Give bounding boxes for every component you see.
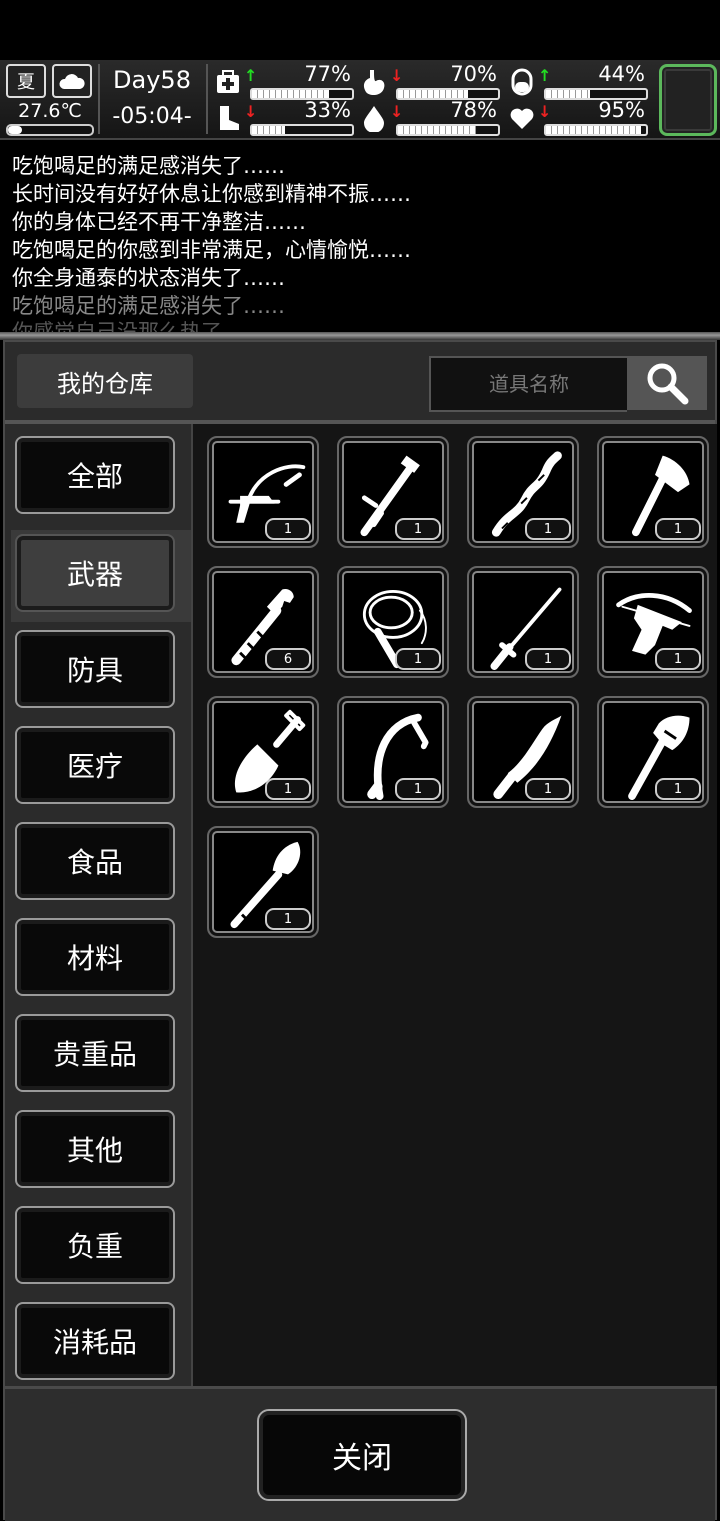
item-slot[interactable]: 1 <box>207 436 319 548</box>
item-count-badge: 1 <box>655 648 701 670</box>
trend-arrow-down-icon: ↓ <box>390 66 404 85</box>
stat-value: 44% <box>598 62 645 86</box>
category-load[interactable]: 负重 <box>15 1206 175 1284</box>
medkit-icon <box>217 70 239 93</box>
search-field[interactable] <box>429 356 627 412</box>
stat-bar <box>396 124 500 136</box>
category-food[interactable]: 食品 <box>15 822 175 900</box>
category-valuables[interactable]: 贵重品 <box>15 1014 175 1092</box>
stat-mood: ↑ 44% <box>508 62 653 102</box>
message-log: 吃饱喝足的满足感消失了…… 长时间没有好好休息让你感到精神不振…… 你的身体已经… <box>0 140 720 332</box>
stat-value: 70% <box>450 62 497 86</box>
trend-arrow-up-icon: ↑ <box>244 66 258 85</box>
item-slot[interactable]: 6 <box>207 566 319 678</box>
stat-hunger: ↓ 70% <box>360 62 505 102</box>
search-icon <box>647 363 689 405</box>
item-count-badge: 1 <box>265 908 311 930</box>
category-other[interactable]: 其他 <box>15 1110 175 1188</box>
item-count-badge: 1 <box>265 778 311 800</box>
storage-panel: 我的仓库 全部 武器 防具 医疗 食品 材料 贵重品 其他 负重 消耗品 1 1 1… <box>3 340 717 1521</box>
temperature-gauge <box>6 124 94 136</box>
log-line: 长时间没有好好休息让你感到精神不振…… <box>12 182 411 206</box>
log-line: 你的身体已经不再干净整洁…… <box>12 210 306 234</box>
log-line: 你全身通泰的状态消失了…… <box>12 266 285 290</box>
category-weapons[interactable]: 武器 <box>15 534 175 612</box>
item-count-badge: 6 <box>265 648 311 670</box>
item-slot[interactable]: 1 <box>597 436 709 548</box>
item-grid: 1111611111111 <box>191 424 717 1386</box>
stat-bar <box>544 124 648 136</box>
stomach-icon <box>363 70 385 96</box>
stat-value: 78% <box>450 98 497 122</box>
log-line: 吃饱喝足的满足感消失了…… <box>12 154 285 178</box>
item-slot[interactable]: 1 <box>207 826 319 938</box>
item-slot[interactable]: 1 <box>207 696 319 808</box>
day-counter: Day58 <box>113 66 191 94</box>
temperature: 27.6℃ <box>18 100 82 122</box>
boot-icon <box>220 106 239 130</box>
item-count-badge: 1 <box>395 778 441 800</box>
season-badge: 夏 <box>6 64 46 98</box>
item-count-badge: 1 <box>395 648 441 670</box>
item-count-badge: 1 <box>265 518 311 540</box>
pill-icon <box>511 68 533 96</box>
stat-health: ↑ 77% <box>214 62 359 102</box>
clock: -05:04- <box>112 104 192 129</box>
stat-value: 33% <box>304 98 351 122</box>
cloud-icon <box>52 64 92 98</box>
category-armor[interactable]: 防具 <box>15 630 175 708</box>
trend-arrow-down-icon: ↓ <box>244 102 258 121</box>
water-drop-icon <box>364 106 384 132</box>
item-slot[interactable]: 1 <box>467 566 579 678</box>
category-all[interactable]: 全部 <box>15 436 175 514</box>
item-slot[interactable]: 1 <box>467 436 579 548</box>
divider <box>98 64 100 134</box>
status-bar: 夏 27.6℃ Day58 -05:04- ↑ 77% ↓ 70% ↑ 44% ↓ 33% ↓ 7… <box>0 60 720 140</box>
item-slot[interactable]: 1 <box>597 566 709 678</box>
stat-thirst: ↓ 78% <box>360 98 505 138</box>
close-button[interactable]: 关闭 <box>257 1409 467 1501</box>
item-count-badge: 1 <box>655 778 701 800</box>
stat-value: 77% <box>304 62 351 86</box>
item-count-badge: 1 <box>395 518 441 540</box>
search-input[interactable] <box>437 371 621 397</box>
season-text: 夏 <box>17 72 35 93</box>
category-consumables[interactable]: 消耗品 <box>15 1302 175 1380</box>
stat-spirit: ↓ 95% <box>508 98 653 138</box>
category-medical[interactable]: 医疗 <box>15 726 175 804</box>
stat-stamina: ↓ 33% <box>214 98 359 138</box>
stat-value: 95% <box>598 98 645 122</box>
search-button[interactable] <box>627 356 707 410</box>
category-materials[interactable]: 材料 <box>15 918 175 996</box>
item-slot[interactable]: 1 <box>337 696 449 808</box>
storage-title-tab[interactable]: 我的仓库 <box>17 354 193 408</box>
item-count-badge: 1 <box>525 778 571 800</box>
heart-icon <box>510 108 534 129</box>
trend-arrow-down-icon: ↓ <box>390 102 404 121</box>
stat-bar <box>250 124 354 136</box>
item-slot[interactable]: 1 <box>597 696 709 808</box>
trend-arrow-up-icon: ↑ <box>538 66 552 85</box>
log-line: 你感觉自己没那么热了…… <box>12 320 264 332</box>
equipment-slot[interactable] <box>659 64 717 136</box>
category-list: 全部 武器 防具 医疗 食品 材料 贵重品 其他 负重 消耗品 <box>5 424 191 1384</box>
item-slot[interactable]: 1 <box>337 436 449 548</box>
item-count-badge: 1 <box>525 648 571 670</box>
item-slot[interactable]: 1 <box>337 566 449 678</box>
log-line: 吃饱喝足的你感到非常满足，心情愉悦…… <box>12 238 411 262</box>
trend-arrow-down-icon: ↓ <box>538 102 552 121</box>
item-count-badge: 1 <box>655 518 701 540</box>
divider <box>206 64 208 134</box>
bottom-bar: 关闭 <box>5 1386 715 1521</box>
divider <box>0 332 720 340</box>
item-slot[interactable]: 1 <box>467 696 579 808</box>
item-count-badge: 1 <box>525 518 571 540</box>
